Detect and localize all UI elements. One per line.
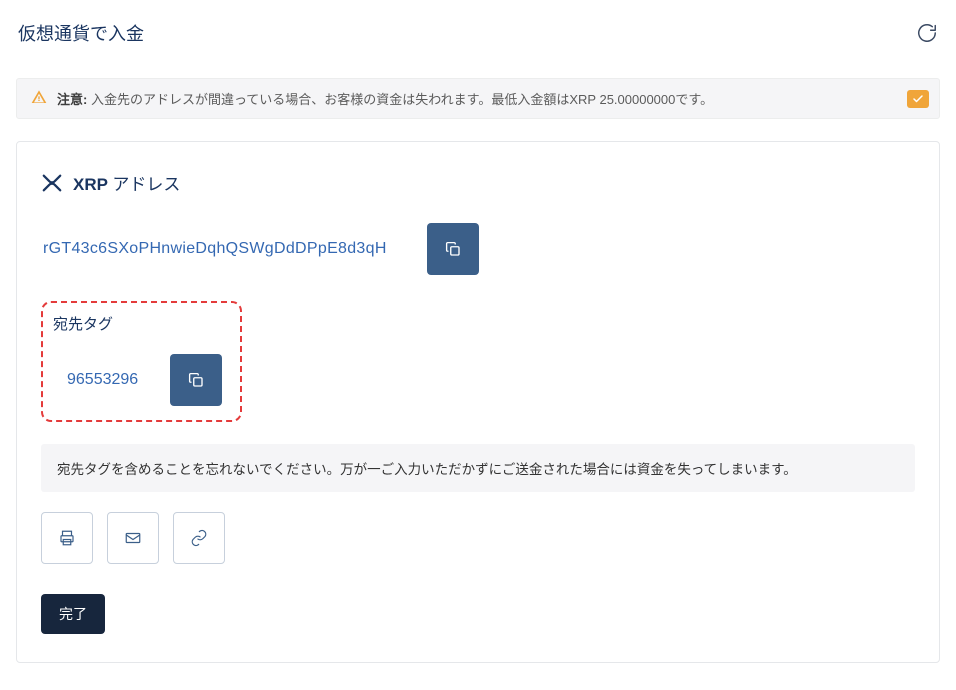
link-button[interactable]	[173, 512, 225, 564]
xrp-icon	[41, 172, 63, 194]
address-header: XRP アドレス	[41, 170, 915, 195]
tag-warning-text: 宛先タグを含めることを忘れないでください。万が一ご入力いただかずにご送金された場…	[41, 444, 915, 492]
page-title: 仮想通貨で入金	[18, 20, 144, 46]
deposit-address[interactable]: rGT43c6SXoPHnwieDqhQSWgDdDPpE8d3qH	[43, 240, 387, 258]
print-button[interactable]	[41, 512, 93, 564]
refresh-icon[interactable]	[916, 22, 938, 44]
destination-tag-value[interactable]: 96553296	[53, 371, 138, 389]
destination-tag-label: 宛先タグ	[53, 313, 222, 334]
alert-label: 注意:	[57, 92, 87, 107]
currency-label: XRP	[73, 175, 108, 194]
destination-tag-section: 宛先タグ 96553296	[41, 301, 242, 422]
email-button[interactable]	[107, 512, 159, 564]
done-button[interactable]: 完了	[41, 594, 105, 634]
warning-triangle-icon	[31, 89, 47, 108]
alert-text: 注意: 入金先のアドレスが間違っている場合、お客様の資金は失われます。最低入金額…	[57, 89, 713, 108]
alert-bar: 注意: 入金先のアドレスが間違っている場合、お客様の資金は失われます。最低入金額…	[16, 78, 940, 119]
copy-tag-button[interactable]	[170, 354, 222, 406]
copy-address-button[interactable]	[427, 223, 479, 275]
deposit-card: XRP アドレス rGT43c6SXoPHnwieDqhQSWgDdDPpE8d…	[16, 141, 940, 663]
alert-check-badge[interactable]	[907, 90, 929, 108]
